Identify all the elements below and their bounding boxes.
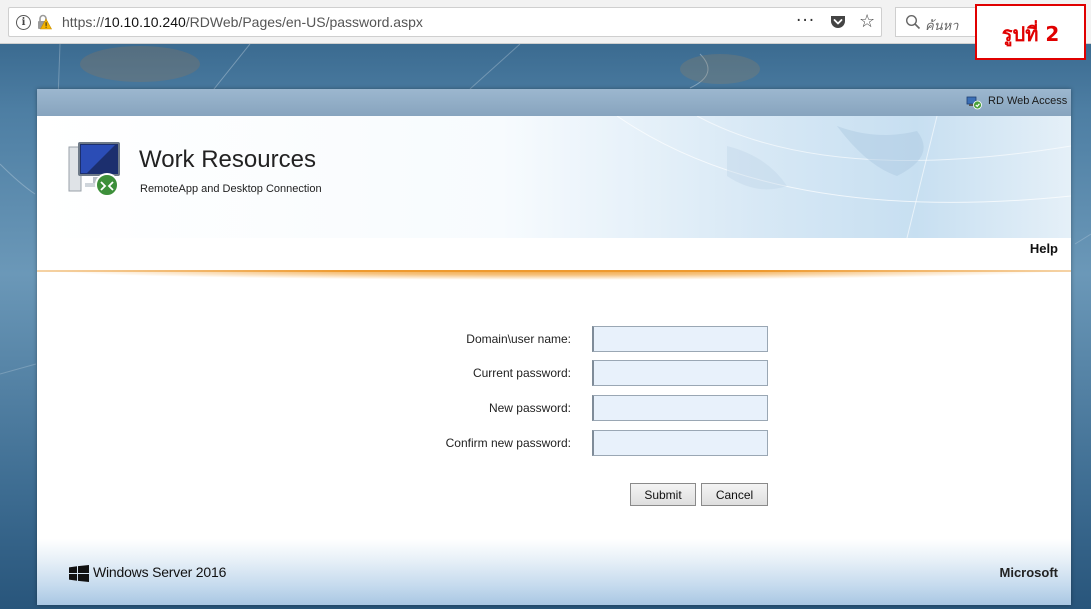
search-icon [905, 14, 921, 30]
form-row-username: Domain\user name: [37, 326, 1071, 352]
cancel-button[interactable]: Cancel [701, 483, 768, 506]
more-actions-button[interactable]: ··· [796, 11, 815, 31]
pocket-icon[interactable] [829, 14, 847, 30]
star-icon[interactable]: ☆ [859, 11, 875, 32]
top-strip [37, 89, 1071, 116]
submit-button[interactable]: Submit [630, 483, 696, 506]
url-host: 10.10.10.240 [104, 14, 186, 30]
current-password-input[interactable] [592, 360, 768, 386]
url-bar[interactable]: i https://10.10.10.240/RDWeb/Pages/en-US… [8, 7, 882, 37]
rd-web-access-label: RD Web Access [988, 95, 1068, 107]
form-row-current-password: Current password: [37, 360, 1071, 386]
form-row-new-password: New password: [37, 395, 1071, 421]
browser-toolbar: i https://10.10.10.240/RDWeb/Pages/en-US… [0, 0, 1091, 44]
username-input[interactable] [592, 326, 768, 352]
new-password-input[interactable] [592, 395, 768, 421]
banner-globe-decoration [616, 116, 1071, 238]
username-label: Domain\user name: [466, 332, 571, 346]
windows-server-label: Windows Server 2016 [93, 564, 227, 580]
microsoft-label: Microsoft [999, 565, 1059, 580]
confirm-password-label: Confirm new password: [445, 436, 571, 450]
search-placeholder: ค้นหา [925, 19, 959, 34]
form-row-confirm-password: Confirm new password: [37, 430, 1071, 456]
current-password-label: Current password: [472, 366, 571, 380]
rd-web-page: RD Web Access Work Resources RemoteApp a… [37, 89, 1071, 605]
help-link[interactable]: Help [1030, 241, 1058, 256]
page-title: Work Resources [139, 146, 316, 173]
windows-logo-icon [69, 565, 89, 582]
lock-warning-icon[interactable] [36, 14, 52, 30]
url-path: /RDWeb/Pages/en-US/password.aspx [185, 14, 423, 30]
url-prefix: https:// [62, 14, 105, 30]
page-subtitle: RemoteApp and Desktop Connection [140, 183, 322, 195]
info-icon[interactable]: i [16, 15, 31, 30]
url-text[interactable]: https://10.10.10.240/RDWeb/Pages/en-US/p… [62, 14, 423, 30]
new-password-label: New password: [488, 401, 571, 415]
remote-desktop-monitor-icon [68, 142, 120, 197]
rd-web-access-icon [966, 96, 982, 110]
orange-divider [37, 270, 1071, 280]
figure-badge: รูปที่ 2 [975, 4, 1086, 60]
confirm-password-input[interactable] [592, 430, 768, 456]
